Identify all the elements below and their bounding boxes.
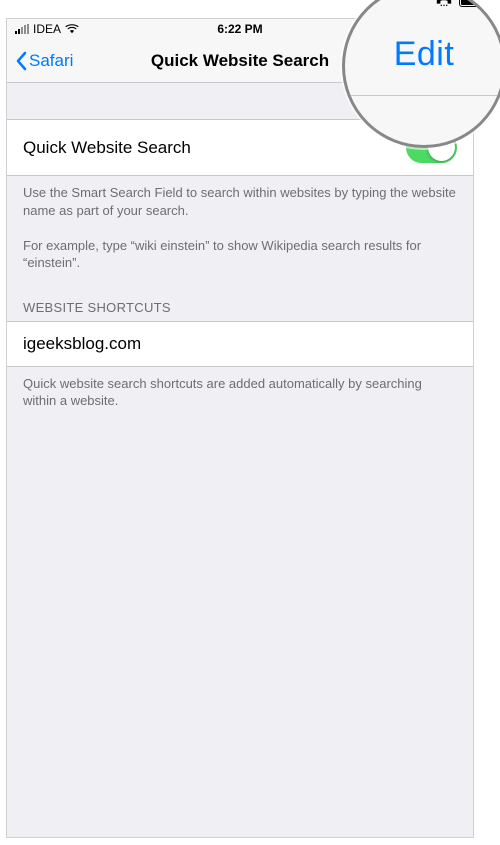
magnifier-callout: Edit bbox=[342, 0, 500, 148]
description-line-1: Use the Smart Search Field to search wit… bbox=[23, 184, 457, 219]
status-left: IDEA bbox=[15, 22, 79, 36]
carrier-label: IDEA bbox=[33, 22, 61, 36]
status-time: 6:22 PM bbox=[217, 22, 262, 36]
back-label: Safari bbox=[29, 51, 73, 71]
description-line-2: For example, type “wiki einstein” to sho… bbox=[23, 237, 457, 272]
shortcut-row[interactable]: igeeksblog.com bbox=[7, 321, 473, 367]
toggle-label: Quick Website Search bbox=[23, 138, 191, 158]
shortcut-domain: igeeksblog.com bbox=[23, 334, 141, 354]
back-button[interactable]: Safari bbox=[15, 51, 73, 71]
shortcuts-header: WEBSITE SHORTCUTS bbox=[7, 286, 473, 321]
shortcuts-footer: Quick website search shortcuts are added… bbox=[7, 367, 473, 424]
signal-icon bbox=[15, 24, 29, 34]
chevron-left-icon bbox=[15, 51, 27, 71]
battery-icon bbox=[459, 0, 489, 7]
magnified-nav-divider bbox=[345, 95, 500, 96]
magnified-status-icons bbox=[435, 0, 489, 7]
page-title: Quick Website Search bbox=[151, 51, 329, 71]
tty-icon bbox=[435, 0, 453, 7]
toggle-description: Use the Smart Search Field to search wit… bbox=[7, 176, 473, 286]
wifi-icon bbox=[65, 24, 79, 34]
magnified-edit-button[interactable]: Edit bbox=[345, 35, 500, 74]
